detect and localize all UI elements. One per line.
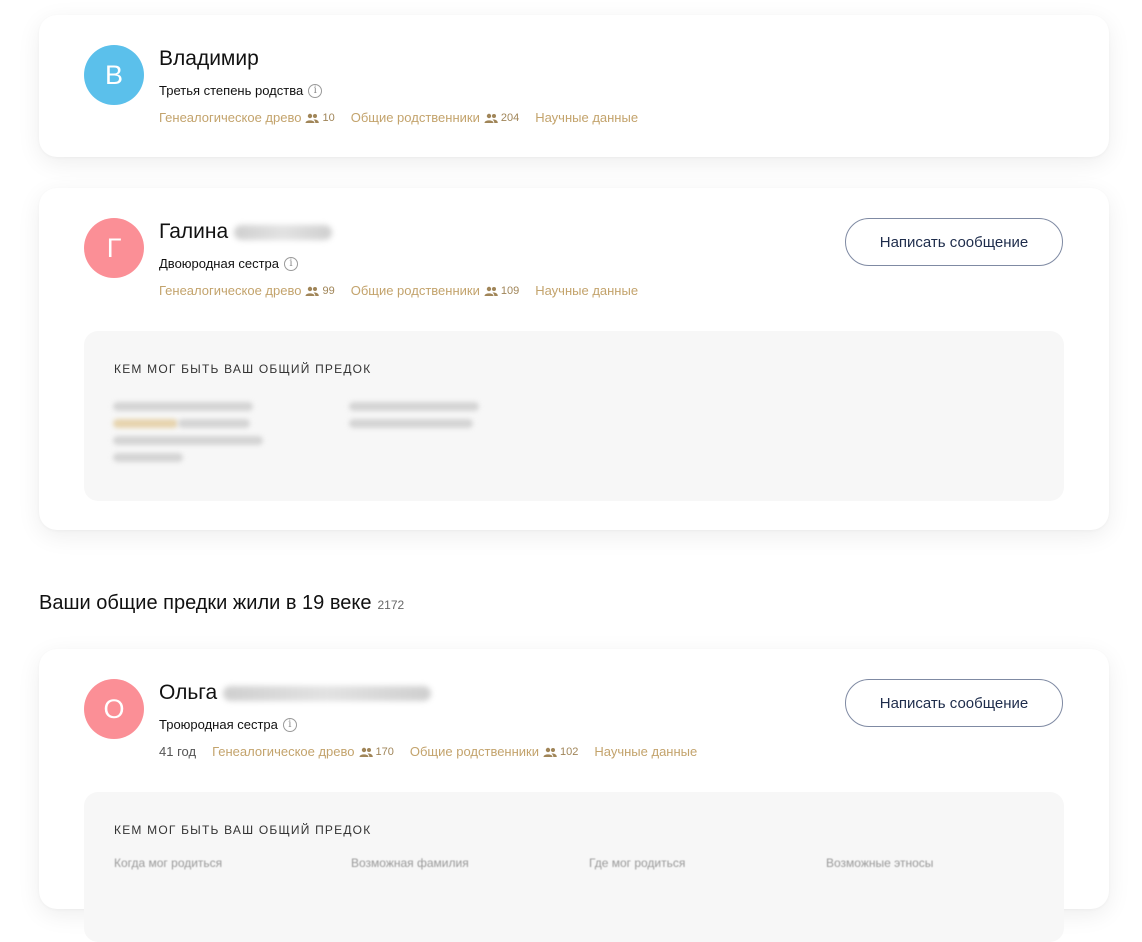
ancestor-column-birth-place: Где мог родиться <box>589 856 686 870</box>
relative-name[interactable]: Галина <box>159 220 333 244</box>
relation-label: Третья степень родства i <box>159 83 323 98</box>
relation-text: Третья степень родства <box>159 83 304 98</box>
write-message-button[interactable]: Написать сообщение <box>845 218 1063 266</box>
redacted-text <box>113 436 263 445</box>
relative-name-text[interactable]: Галина <box>159 220 228 244</box>
common-relatives-link[interactable]: Общие родственники 109 <box>351 283 536 298</box>
avatar[interactable]: В <box>84 45 144 105</box>
relative-card: Г Галина Двоюродная сестра i Генеалогиче… <box>39 188 1109 530</box>
people-icon <box>359 747 373 757</box>
relative-card: В Владимир Третья степень родства i Гене… <box>39 15 1109 157</box>
relative-card: О Ольга Троюродная сестра i 41 год Генеа… <box>39 649 1109 942</box>
relative-name[interactable]: Владимир <box>159 47 259 71</box>
relative-name-text[interactable]: Ольга <box>159 681 217 705</box>
info-icon[interactable]: i <box>282 717 297 732</box>
genealogy-tree-count: 99 <box>322 284 335 297</box>
relative-name[interactable]: Ольга <box>159 681 432 705</box>
redacted-text <box>113 419 178 428</box>
redacted-text <box>349 419 473 428</box>
relation-text: Троюродная сестра <box>159 717 278 732</box>
info-icon[interactable]: i <box>284 256 299 271</box>
common-ancestor-panel: КЕМ МОГ БЫТЬ ВАШ ОБЩИЙ ПРЕДОК Когда мог … <box>84 792 1064 942</box>
science-data-link[interactable]: Научные данные <box>535 110 638 125</box>
common-relatives-count: 204 <box>500 111 520 124</box>
science-data-link[interactable]: Научные данные <box>535 283 638 298</box>
redacted-text <box>113 453 183 462</box>
common-relatives-link[interactable]: Общие родственники 102 <box>410 744 595 759</box>
relation-label: Двоюродная сестра i <box>159 256 299 271</box>
redacted-surname <box>234 224 333 240</box>
age-label: 41 год <box>159 744 197 759</box>
ancestor-column-surname: Возможная фамилия <box>351 856 469 870</box>
genealogy-tree-link[interactable]: Генеалогическое древо 99 <box>159 283 351 298</box>
avatar[interactable]: О <box>84 679 144 739</box>
write-message-button[interactable]: Написать сообщение <box>845 679 1063 727</box>
people-icon <box>484 286 498 296</box>
people-icon <box>305 286 320 296</box>
info-icon[interactable]: i <box>308 83 323 98</box>
section-heading: Ваши общие предки жили в 19 веке 2172 <box>39 592 404 615</box>
relative-links: Генеалогическое древо 10 Общие родственн… <box>159 110 638 125</box>
genealogy-tree-label[interactable]: Генеалогическое древо <box>212 744 354 759</box>
avatar[interactable]: Г <box>84 218 144 278</box>
people-icon <box>484 113 498 123</box>
genealogy-tree-label[interactable]: Генеалогическое древо <box>159 110 301 125</box>
science-data-link[interactable]: Научные данные <box>594 744 697 759</box>
redacted-text <box>113 402 253 411</box>
people-icon <box>543 747 557 757</box>
relation-label: Троюродная сестра i <box>159 717 297 732</box>
relative-links: 41 год Генеалогическое древо 170 Общие р… <box>159 744 697 759</box>
people-icon <box>305 113 320 123</box>
common-relatives-link[interactable]: Общие родственники 204 <box>351 110 536 125</box>
redacted-text <box>349 402 479 411</box>
relative-links: Генеалогическое древо 99 Общие родственн… <box>159 283 638 298</box>
genealogy-tree-link[interactable]: Генеалогическое древо 170 <box>212 744 410 759</box>
common-relatives-count: 109 <box>500 284 520 297</box>
ancestor-column-ethnicities: Возможные этносы <box>826 856 934 870</box>
genealogy-tree-count: 10 <box>322 111 335 124</box>
common-relatives-label[interactable]: Общие родственники <box>351 283 480 298</box>
genealogy-tree-count: 170 <box>375 745 394 758</box>
genealogy-tree-label[interactable]: Генеалогическое древо <box>159 283 301 298</box>
common-relatives-label[interactable]: Общие родственники <box>410 744 539 759</box>
common-relatives-label[interactable]: Общие родственники <box>351 110 480 125</box>
relative-name-text[interactable]: Владимир <box>159 47 259 71</box>
common-ancestor-title: КЕМ МОГ БЫТЬ ВАШ ОБЩИЙ ПРЕДОК <box>114 823 372 837</box>
common-relatives-count: 102 <box>560 745 579 758</box>
redacted-surname <box>223 685 432 701</box>
redacted-text <box>178 419 250 428</box>
ancestor-column-birth-time: Когда мог родиться <box>114 856 223 870</box>
common-ancestor-title: КЕМ МОГ БЫТЬ ВАШ ОБЩИЙ ПРЕДОК <box>114 362 372 376</box>
common-ancestor-panel: КЕМ МОГ БЫТЬ ВАШ ОБЩИЙ ПРЕДОК <box>84 331 1064 501</box>
section-count: 2172 <box>377 598 405 612</box>
section-heading-text: Ваши общие предки жили в 19 веке <box>39 592 372 614</box>
relation-text: Двоюродная сестра <box>159 256 280 271</box>
genealogy-tree-link[interactable]: Генеалогическое древо 10 <box>159 110 351 125</box>
